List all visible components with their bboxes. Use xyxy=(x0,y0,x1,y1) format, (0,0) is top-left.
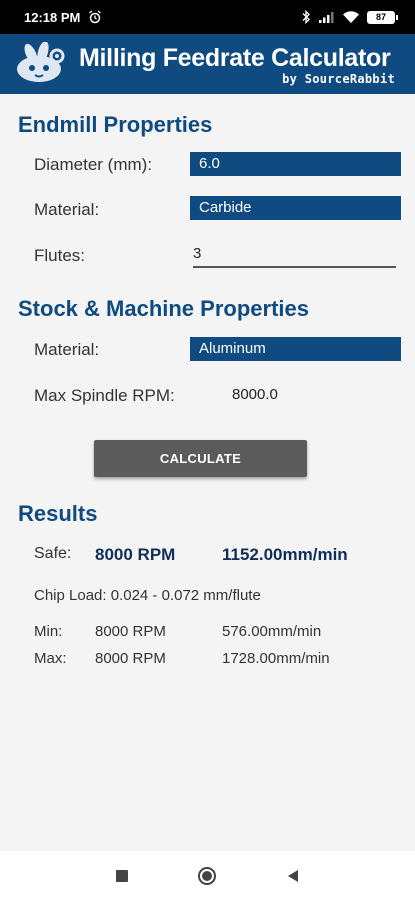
chip-load: Chip Load: 0.024 - 0.072 mm/flute xyxy=(34,587,261,604)
app-title: Milling Feedrate Calculator xyxy=(79,44,391,72)
status-bar: 12:18 PM 87 xyxy=(0,0,415,34)
app-header: Milling Feedrate Calculator by SourceRab… xyxy=(0,34,415,94)
min-feedrate: 576.00mm/min xyxy=(222,623,322,640)
endmill-material-select[interactable]: Carbide xyxy=(190,196,401,220)
min-rpm: 8000 RPM xyxy=(95,623,166,640)
recents-button[interactable] xyxy=(112,866,132,886)
home-button[interactable] xyxy=(196,865,218,887)
diameter-label: Diameter (mm): xyxy=(34,155,153,174)
status-time: 12:18 PM xyxy=(24,9,81,25)
stock-material-select[interactable]: Aluminum xyxy=(190,337,401,361)
bluetooth-icon xyxy=(301,10,311,24)
calculate-button[interactable]: CALCULATE xyxy=(94,440,307,477)
battery-level: 87 xyxy=(375,11,386,22)
safe-label: Safe: xyxy=(34,545,72,562)
endmill-material-label: Material: xyxy=(34,200,100,219)
back-icon xyxy=(288,870,298,882)
flutes-label: Flutes: xyxy=(34,246,86,265)
results-section-title: Results xyxy=(18,501,98,526)
back-button[interactable] xyxy=(283,866,303,886)
stock-section-title: Stock & Machine Properties xyxy=(18,296,309,321)
safe-rpm: 8000 RPM xyxy=(95,545,176,564)
max-label: Max: xyxy=(34,650,67,667)
battery-icon: 87 xyxy=(367,10,398,24)
navigation-bar xyxy=(0,851,415,900)
wifi-icon xyxy=(343,11,359,23)
signal-icon xyxy=(319,11,335,23)
max-rpm-input[interactable]: 8000.0 xyxy=(232,386,278,403)
rabbit-logo-icon xyxy=(13,41,65,86)
max-rpm: 8000 RPM xyxy=(95,650,166,667)
endmill-section-title: Endmill Properties xyxy=(18,112,213,137)
diameter-input[interactable]: 6.0 xyxy=(190,152,401,176)
stock-material-label: Material: xyxy=(34,340,100,359)
max-feedrate: 1728.00mm/min xyxy=(222,650,330,667)
home-icon xyxy=(198,867,216,885)
safe-feedrate: 1152.00mm/min xyxy=(222,545,348,564)
recents-icon xyxy=(116,870,128,882)
max-rpm-label: Max Spindle RPM: xyxy=(34,386,175,405)
flutes-input[interactable]: 3 xyxy=(193,242,396,268)
min-label: Min: xyxy=(34,623,63,640)
alarm-icon xyxy=(88,10,102,24)
app-subtitle: by SourceRabbit xyxy=(282,72,395,86)
